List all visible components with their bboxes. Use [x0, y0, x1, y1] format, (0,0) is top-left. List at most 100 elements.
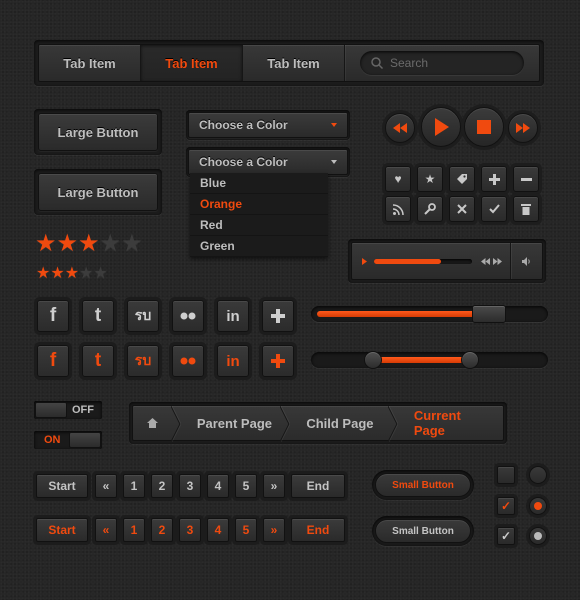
flickr-button-orange[interactable]: [172, 345, 204, 377]
tab-item-1[interactable]: Tab Item: [39, 45, 141, 81]
rewind-button[interactable]: [385, 113, 415, 143]
range-handle-max[interactable]: [460, 351, 479, 369]
range-slider[interactable]: [311, 351, 548, 369]
radio-unselected[interactable]: [529, 466, 547, 484]
twitter-icon: t: [94, 305, 102, 326]
breadcrumb-separator: [387, 406, 398, 442]
home-icon: [147, 418, 158, 428]
color-select-1[interactable]: Choose a Color: [188, 112, 348, 138]
toggle-off[interactable]: OFF: [34, 401, 102, 419]
rewind-icon[interactable]: [481, 258, 490, 265]
toggle-on[interactable]: ON: [34, 431, 102, 449]
range-handle-min[interactable]: [363, 351, 382, 369]
tag-button[interactable]: [449, 166, 475, 192]
pagination-end[interactable]: End: [291, 474, 345, 498]
pagination-page[interactable]: 2: [151, 474, 173, 498]
minus-button[interactable]: [513, 166, 539, 192]
star-icon[interactable]: ★: [35, 229, 57, 258]
pagination-page[interactable]: 5: [235, 474, 257, 498]
dropdown-option[interactable]: Orange: [190, 194, 328, 215]
pagination-end-orange[interactable]: End: [291, 518, 345, 542]
pagination-prev[interactable]: «: [95, 474, 117, 498]
color-select-2[interactable]: Choose a Color: [188, 149, 348, 175]
pagination-next[interactable]: »: [263, 474, 285, 498]
pagination-page-orange[interactable]: 4: [207, 518, 229, 542]
play-button[interactable]: [421, 107, 461, 147]
star-button[interactable]: ★: [417, 166, 443, 192]
facebook-button[interactable]: f: [37, 300, 69, 332]
stumbleupon-button[interactable]: รบ: [127, 300, 159, 332]
heart-button[interactable]: ♥: [385, 166, 411, 192]
fast-forward-button[interactable]: [508, 113, 538, 143]
audio-progress-track[interactable]: [374, 259, 472, 264]
slider-handle[interactable]: [471, 305, 506, 323]
dropdown-option[interactable]: Green: [190, 236, 328, 257]
check-icon: ✓: [500, 529, 512, 543]
large-button[interactable]: Large Button: [38, 173, 158, 211]
checkbox-checked[interactable]: ✓: [497, 527, 515, 545]
search-input[interactable]: Search: [360, 51, 524, 75]
star-icon[interactable]: ★: [78, 229, 100, 258]
facebook-button-orange[interactable]: f: [37, 345, 69, 377]
plus-icon: [271, 354, 285, 368]
large-button-orange[interactable]: Large Button: [38, 113, 158, 151]
plus-share-button[interactable]: [262, 300, 294, 332]
star-icon[interactable]: ★: [121, 229, 143, 258]
fast-forward-icon: [516, 123, 530, 133]
tab-item-2[interactable]: Tab Item: [141, 45, 243, 81]
radio-selected[interactable]: [529, 527, 547, 545]
wrench-button[interactable]: [417, 196, 443, 222]
close-button[interactable]: [449, 196, 475, 222]
plus-share-button-orange[interactable]: [262, 345, 294, 377]
pagination-page[interactable]: 3: [179, 474, 201, 498]
stop-button[interactable]: [464, 107, 504, 147]
breadcrumb-item[interactable]: Child Page: [290, 406, 388, 440]
rating-small[interactable]: ★ ★ ★ ★ ★: [36, 263, 108, 283]
stumbleupon-button-orange[interactable]: รบ: [127, 345, 159, 377]
pagination-page-orange[interactable]: 5: [235, 518, 257, 542]
radio-selected-orange[interactable]: [529, 497, 547, 515]
pagination-start[interactable]: Start: [36, 474, 88, 498]
pagination-page-orange[interactable]: 3: [179, 518, 201, 542]
volume-icon[interactable]: [522, 257, 531, 266]
breadcrumb-home[interactable]: [133, 406, 171, 440]
dropdown-option[interactable]: Blue: [190, 173, 328, 194]
flickr-button[interactable]: [172, 300, 204, 332]
check-button[interactable]: [481, 196, 507, 222]
dropdown-option[interactable]: Red: [190, 215, 328, 236]
plus-button[interactable]: [481, 166, 507, 192]
pagination-next-orange[interactable]: »: [263, 518, 285, 542]
checkbox-unchecked[interactable]: [497, 466, 515, 484]
play-icon[interactable]: [362, 258, 367, 265]
linkedin-button-orange[interactable]: in: [217, 345, 249, 377]
twitter-button[interactable]: t: [82, 300, 114, 332]
star-icon: ★: [424, 172, 436, 186]
star-icon[interactable]: ★: [36, 263, 50, 283]
star-icon[interactable]: ★: [79, 263, 93, 283]
small-button-orange-wrap: Small Button: [372, 470, 474, 500]
pagination-page[interactable]: 1: [123, 474, 145, 498]
fast-forward-icon[interactable]: [493, 258, 502, 265]
twitter-button-orange[interactable]: t: [82, 345, 114, 377]
star-icon[interactable]: ★: [65, 263, 79, 283]
star-icon[interactable]: ★: [57, 229, 79, 258]
single-slider[interactable]: [311, 305, 548, 323]
star-icon[interactable]: ★: [93, 263, 107, 283]
pagination-start-orange[interactable]: Start: [36, 518, 88, 542]
small-button[interactable]: Small Button: [375, 519, 471, 543]
star-icon[interactable]: ★: [100, 229, 122, 258]
pagination-prev-orange[interactable]: «: [95, 518, 117, 542]
pagination-page[interactable]: 4: [207, 474, 229, 498]
pagination-page-orange[interactable]: 1: [123, 518, 145, 542]
rss-button[interactable]: [385, 196, 411, 222]
rating-large[interactable]: ★ ★ ★ ★ ★: [35, 229, 143, 258]
star-icon[interactable]: ★: [50, 263, 64, 283]
checkbox-checked-orange[interactable]: ✓: [497, 497, 515, 515]
small-button-orange[interactable]: Small Button: [375, 473, 471, 497]
linkedin-button[interactable]: in: [217, 300, 249, 332]
trash-button[interactable]: [513, 196, 539, 222]
tab-item-3[interactable]: Tab Item: [243, 45, 345, 81]
breadcrumb-item[interactable]: Parent Page: [181, 406, 281, 440]
pagination-page-orange[interactable]: 2: [151, 518, 173, 542]
tag-icon: [457, 174, 467, 184]
